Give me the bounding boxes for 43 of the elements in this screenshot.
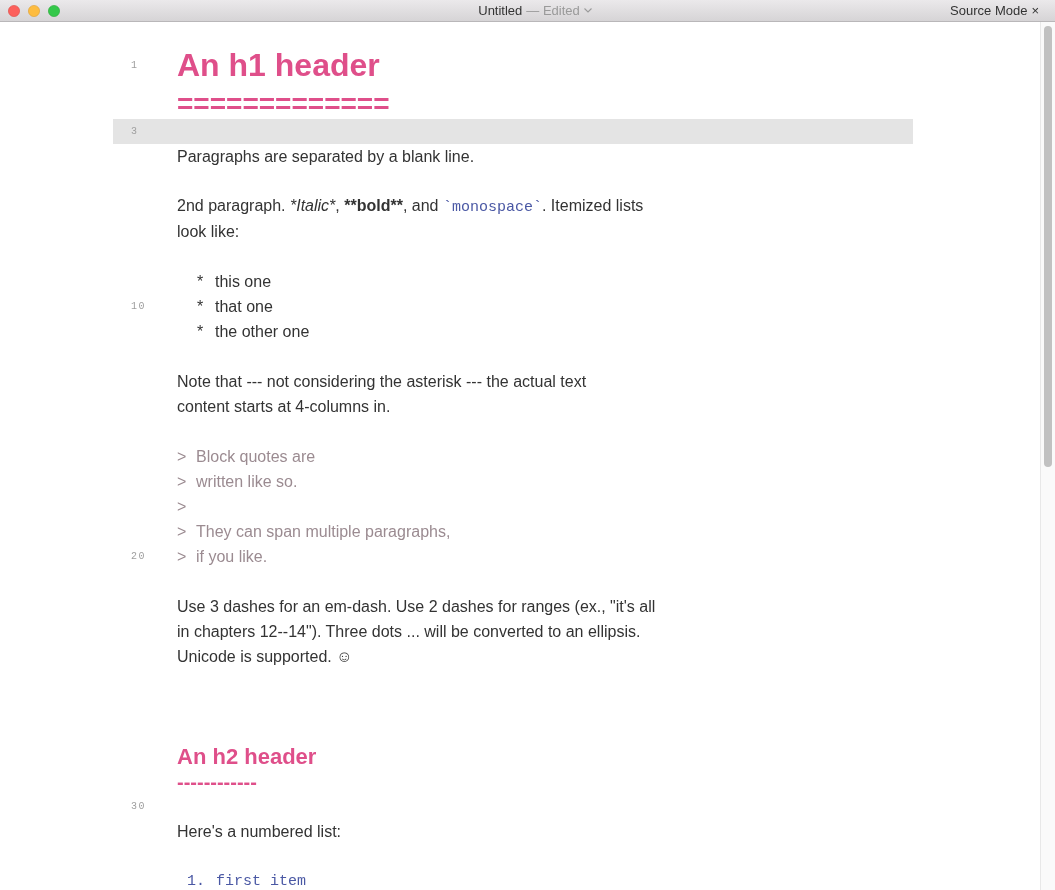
quote-marker: > <box>177 496 188 517</box>
paragraph-text: Note that --- not considering the asterisk --- the actual text <box>177 371 587 392</box>
paragraph-text: in chapters 12--14"). Three dots ... will be converted to an ellipsis. <box>177 621 641 642</box>
quote-marker: > <box>177 446 188 467</box>
list-marker: * <box>197 321 205 342</box>
quote-text: if you like. <box>196 546 268 567</box>
heading-underline: ============= <box>177 89 390 118</box>
zoom-icon[interactable] <box>48 4 60 17</box>
paragraph-text: 2nd paragraph. *Italic*, **bold**, and `monospace`. Itemized lists <box>177 195 644 218</box>
close-icon[interactable] <box>8 4 20 17</box>
quote-marker: > <box>177 546 188 567</box>
line-number: 1 <box>131 58 139 73</box>
quote-text: written like so. <box>196 471 298 492</box>
paragraph-text: Paragraphs are separated by a blank line. <box>177 146 475 167</box>
source-mode-label: Source Mode <box>950 1 1028 20</box>
paragraph-text: content starts at 4-columns in. <box>177 396 391 417</box>
paragraph-text: Unicode is supported. ☺ <box>177 646 353 667</box>
subheading-text: An h2 header <box>177 745 317 768</box>
quote-marker: > <box>177 521 188 542</box>
quote-text: Block quotes are <box>196 446 316 467</box>
quote-text: They can span multiple paragraphs, <box>196 521 451 542</box>
quote-marker: > <box>177 471 188 492</box>
minimize-icon[interactable] <box>28 4 40 17</box>
list-item-text: that one <box>215 296 273 317</box>
list-item-text: first item <box>216 873 306 890</box>
line-number: 3 <box>131 125 139 139</box>
list-item-text: this one <box>215 271 272 292</box>
chevron-down-icon[interactable] <box>583 8 592 13</box>
line-number: 30 <box>131 800 146 814</box>
list-marker: * <box>197 296 205 317</box>
paragraph-text: look like: <box>177 221 240 242</box>
list-number: 1. <box>187 873 206 890</box>
subheading-underline: ------------ <box>177 771 257 792</box>
list-item-text: the other one <box>215 321 310 342</box>
line-number: 10 <box>131 300 146 314</box>
paragraph-text: Here's a numbered list: <box>177 821 341 842</box>
line-number: 20 <box>131 550 146 564</box>
source-mode-close[interactable]: × <box>1031 0 1039 21</box>
paragraph-text: Use 3 dashes for an em-dash. Use 2 dashes for ranges (ex., "it's all <box>177 596 656 617</box>
scrollbar-thumb[interactable] <box>1044 26 1052 467</box>
list-marker: * <box>197 271 205 292</box>
heading-text: An h1 header <box>177 49 380 81</box>
window-title: Untitled <box>478 1 523 20</box>
